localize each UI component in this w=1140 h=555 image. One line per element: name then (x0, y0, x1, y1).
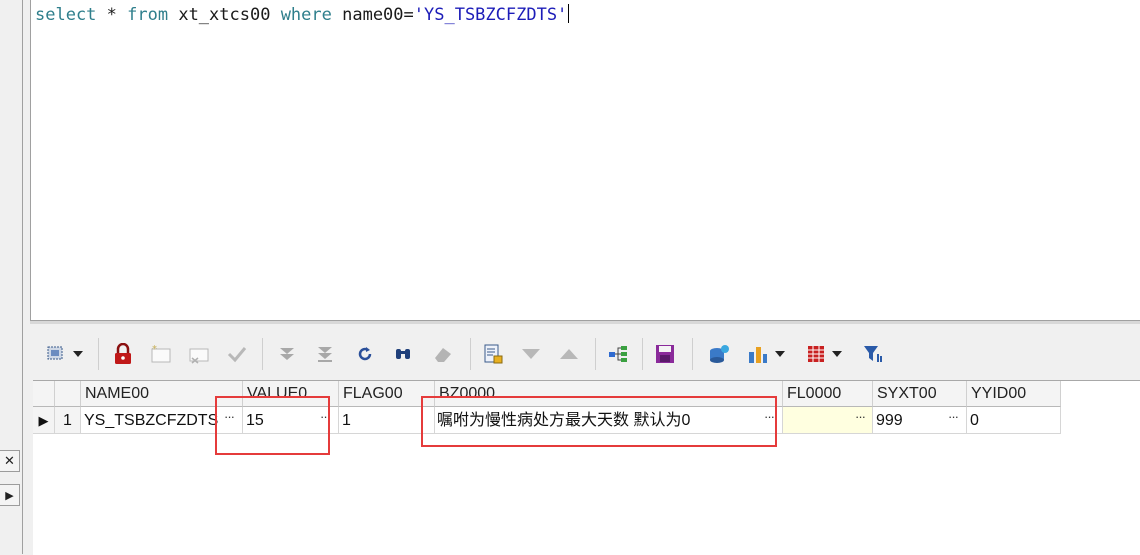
sql-keyword-select: select (35, 5, 97, 25)
grid-toolbar: * (30, 330, 1140, 378)
sql-star: * (96, 5, 128, 25)
arrow-glyph: ▶ (5, 489, 14, 502)
cell-flag00-value: 1 (342, 412, 351, 429)
sql-keyword-where: where (280, 5, 332, 25)
cell-yyid00-value: 0 (970, 412, 979, 429)
move-last-button[interactable] (274, 340, 300, 368)
tree-button[interactable] (605, 340, 631, 368)
refresh-button[interactable] (352, 340, 378, 368)
current-row-arrow-icon: ▶ (38, 413, 49, 428)
grid-select-button[interactable] (40, 340, 88, 368)
post-button[interactable] (224, 340, 250, 368)
ellipsis-button-syxt00[interactable]: ··· (948, 409, 959, 424)
refresh-icon (356, 345, 374, 363)
check-icon (226, 344, 248, 364)
sql-condition: name00= (331, 5, 414, 25)
table-icon (806, 344, 826, 364)
toolbar-separator (98, 338, 99, 370)
sql-keyword-from: from (127, 5, 169, 25)
triangle-up-icon (559, 348, 579, 360)
save-icon (654, 343, 676, 365)
row-indicator[interactable]: ▶ (33, 407, 55, 434)
sql-table-name: xt_xtcs00 (168, 5, 281, 25)
lock-button[interactable] (110, 340, 136, 368)
editor-splitter[interactable] (30, 320, 1140, 324)
double-down-icon (277, 344, 297, 364)
close-icon[interactable]: ✕ (0, 450, 20, 472)
row-number: 1 (55, 407, 81, 434)
toolbar-separator (262, 338, 263, 370)
column-header-yyid00[interactable]: YYID00 (967, 381, 1061, 407)
chart-icon (747, 344, 769, 364)
highlight-box-value0 (215, 396, 330, 455)
toolbar-separator (470, 338, 471, 370)
cell-yyid00[interactable]: 0 (967, 407, 1061, 434)
sql-text: select * from xt_xtcs00 where name00='YS… (35, 4, 570, 26)
database-export-icon (708, 343, 730, 365)
tree-icon (607, 344, 629, 364)
sql-editor[interactable]: select * from xt_xtcs00 where name00='YS… (30, 0, 1140, 320)
save-button[interactable] (652, 340, 678, 368)
eraser-icon (432, 344, 454, 364)
database-export-button[interactable] (706, 340, 732, 368)
table-button[interactable] (800, 340, 848, 368)
filter-button[interactable] (860, 340, 886, 368)
highlight-box-bz0000 (421, 396, 777, 447)
toolbar-separator (642, 338, 643, 370)
add-record-button[interactable]: * (148, 340, 174, 368)
grid-select-icon (45, 344, 67, 364)
delete-record-button[interactable] (186, 340, 212, 368)
row-number-header (55, 381, 81, 407)
triangle-down-icon (521, 348, 541, 360)
cell-name00-value: YS_TSBZCFZDTS (84, 412, 219, 429)
binoculars-icon (393, 345, 413, 363)
indicator-header (33, 381, 55, 407)
move-down-button[interactable] (518, 340, 544, 368)
lock-icon (113, 343, 133, 365)
report-icon (482, 343, 504, 365)
move-first-button[interactable] (312, 340, 338, 368)
find-button[interactable] (390, 340, 416, 368)
move-up-button[interactable] (556, 340, 582, 368)
column-header-syxt00[interactable]: SYXT00 (873, 381, 967, 407)
chevron-down-icon (832, 351, 842, 357)
chevron-down-icon (73, 351, 83, 357)
column-header-fl0000[interactable]: FL0000 (783, 381, 873, 407)
gutter-divider (22, 0, 23, 554)
expand-arrow-icon[interactable]: ▶ (0, 484, 20, 506)
clear-button[interactable] (430, 340, 456, 368)
chart-button[interactable] (742, 340, 790, 368)
add-record-icon: * (149, 343, 173, 365)
stacked-arrows-icon (315, 344, 335, 364)
ellipsis-button-fl0000[interactable]: ··· (855, 409, 866, 424)
cell-syxt00-value: 999 (876, 412, 903, 429)
close-glyph: ✕ (4, 453, 15, 468)
chevron-down-icon (775, 351, 785, 357)
toolbar-separator (595, 338, 596, 370)
toolbar-separator (692, 338, 693, 370)
svg-text:*: * (152, 344, 157, 355)
delete-record-icon (187, 343, 211, 365)
text-caret (568, 4, 570, 23)
sql-string-value: 'YS_TSBZCFZDTS' (413, 5, 568, 25)
filter-icon (862, 343, 884, 365)
report-button[interactable] (480, 340, 506, 368)
